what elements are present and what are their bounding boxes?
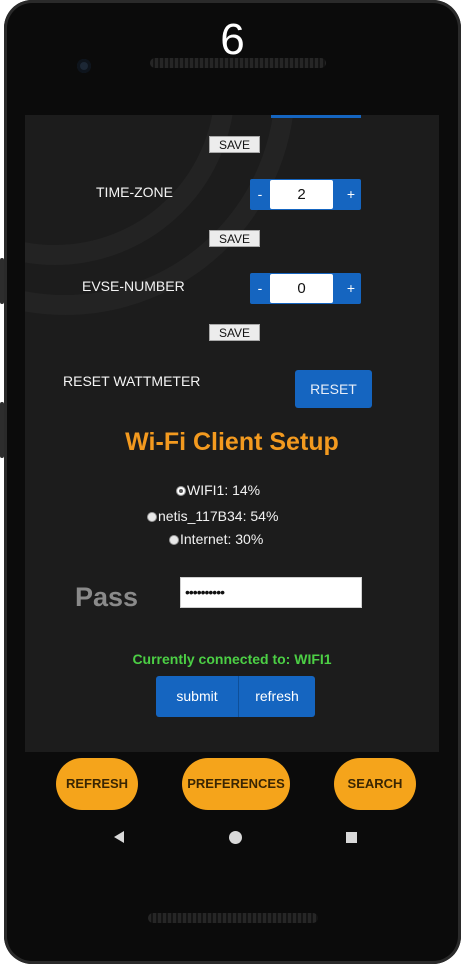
reset-wattmeter-label: RESET WATTMETER — [63, 373, 201, 389]
earpiece-speaker — [150, 58, 326, 68]
time-zone-label: TIME-ZONE — [96, 184, 173, 200]
wifi-setup-title: Wi-Fi Client Setup — [125, 428, 339, 456]
wifi-network-label: WIFI1: 14% — [187, 482, 261, 498]
volume-button — [0, 258, 4, 304]
radio-icon[interactable] — [147, 512, 157, 522]
password-label: Pass — [75, 582, 139, 612]
time-zone-decrement-button[interactable]: - — [250, 179, 270, 210]
refresh-networks-button[interactable]: refresh — [238, 676, 315, 717]
time-zone-increment-button[interactable]: + — [341, 179, 361, 210]
evse-number-decrement-button[interactable]: - — [250, 273, 270, 304]
refresh-button[interactable]: REFRESH — [56, 758, 138, 810]
evse-number-value[interactable]: 0 — [270, 274, 333, 303]
time-zone-stepper: - 2 + — [250, 179, 361, 210]
password-input[interactable]: •••••••••• — [180, 577, 362, 608]
recent-apps-icon[interactable] — [346, 832, 357, 843]
wifi-network-option[interactable]: WIFI1: 14% — [176, 482, 260, 498]
submit-button[interactable]: submit — [156, 676, 238, 717]
wifi-network-option[interactable]: Internet: 30% — [169, 531, 263, 547]
evse-number-label: EVSE-NUMBER — [82, 278, 185, 294]
partial-field-top — [271, 115, 361, 118]
radio-icon[interactable] — [169, 535, 179, 545]
app-screen: SAVE TIME-ZONE - 2 + SAVE EVSE-NUMBER - … — [25, 115, 439, 752]
evse-number-stepper: - 0 + — [250, 273, 361, 304]
back-icon[interactable] — [114, 831, 124, 843]
connection-status: Currently connected to: WIFI1 — [132, 651, 332, 667]
wifi-network-label: Internet: 30% — [180, 531, 264, 547]
search-button[interactable]: SEARCH — [334, 758, 416, 810]
wifi-network-label: netis_117B34: 54% — [158, 508, 279, 524]
reset-button[interactable]: RESET — [295, 370, 372, 408]
save-button[interactable]: SAVE — [209, 230, 260, 247]
save-button[interactable]: SAVE — [209, 136, 260, 153]
wifi-network-option[interactable]: netis_117B34: 54% — [147, 508, 278, 524]
evse-number-increment-button[interactable]: + — [341, 273, 361, 304]
home-icon[interactable] — [229, 831, 242, 844]
radio-selected-icon[interactable] — [176, 486, 186, 496]
wifi-action-group: submit refresh — [156, 676, 315, 717]
save-button[interactable]: SAVE — [209, 324, 260, 341]
front-camera-icon — [77, 59, 91, 73]
power-button — [0, 402, 4, 458]
bottom-speaker — [148, 913, 318, 923]
time-zone-value[interactable]: 2 — [270, 180, 333, 209]
preferences-button[interactable]: PREFERENCES — [182, 758, 290, 810]
